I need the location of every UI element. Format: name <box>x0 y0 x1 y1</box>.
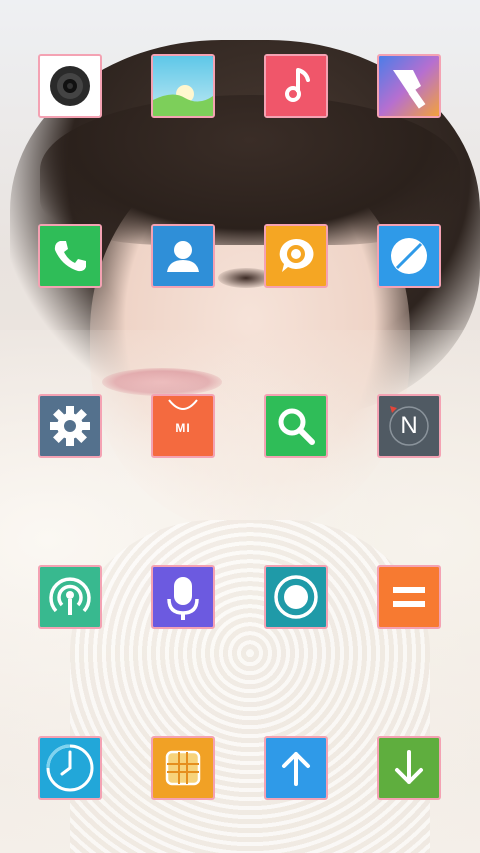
compass-app-icon[interactable]: N <box>377 394 441 458</box>
gallery-app-icon[interactable] <box>151 54 215 118</box>
camera-app-icon[interactable] <box>38 54 102 118</box>
wallpaper-lace <box>70 520 430 853</box>
phone-icon <box>40 226 100 286</box>
sim-toolkit-icon <box>153 738 213 798</box>
compass-north-label: N <box>400 412 418 439</box>
settings-app-icon[interactable] <box>38 394 102 458</box>
update-app-icon[interactable] <box>264 736 328 800</box>
search-icon <box>266 396 326 456</box>
download-app-icon[interactable] <box>377 736 441 800</box>
mi-store-app-icon[interactable]: MI <box>151 394 215 458</box>
settings-icon <box>40 396 100 456</box>
messaging-icon <box>266 226 326 286</box>
themes-icon <box>379 56 439 116</box>
browser-icon <box>379 226 439 286</box>
clock-icon <box>40 738 100 798</box>
gallery-icon <box>153 56 213 116</box>
browser-app-icon[interactable] <box>377 224 441 288</box>
calculator-icon <box>379 567 439 627</box>
wifi-hotspot-icon <box>40 567 100 627</box>
search-app-icon[interactable] <box>264 394 328 458</box>
download-icon <box>379 738 439 798</box>
wallpaper-face <box>90 150 410 530</box>
sim-toolkit-app-icon[interactable] <box>151 736 215 800</box>
phone-app-icon[interactable] <box>38 224 102 288</box>
voice-recorder-icon <box>153 567 213 627</box>
home-screen: MI N <box>0 0 480 853</box>
calculator-app-icon[interactable] <box>377 565 441 629</box>
messaging-app-icon[interactable] <box>264 224 328 288</box>
contacts-icon <box>153 226 213 286</box>
mi-store-label: MI <box>175 421 191 435</box>
camera-icon <box>40 56 100 116</box>
contacts-app-icon[interactable] <box>151 224 215 288</box>
wallpaper-lips <box>102 368 222 396</box>
music-icon <box>266 56 326 116</box>
themes-app-icon[interactable] <box>377 54 441 118</box>
screen-recorder-app-icon[interactable] <box>264 565 328 629</box>
update-icon <box>266 738 326 798</box>
music-app-icon[interactable] <box>264 54 328 118</box>
wifi-hotspot-app-icon[interactable] <box>38 565 102 629</box>
clock-app-icon[interactable] <box>38 736 102 800</box>
screen-recorder-icon <box>266 567 326 627</box>
voice-recorder-app-icon[interactable] <box>151 565 215 629</box>
